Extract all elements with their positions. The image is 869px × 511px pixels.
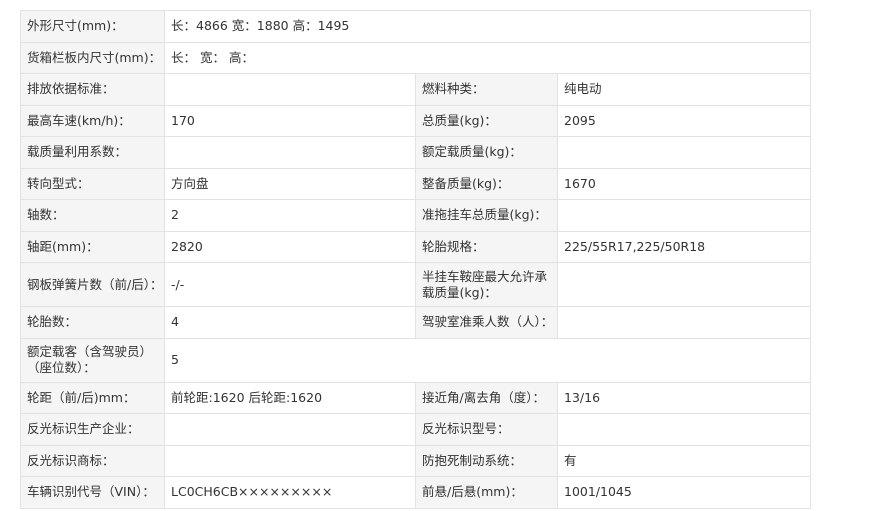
- spec-label: 轮胎规格：: [415, 230, 558, 263]
- spec-value: 5: [164, 337, 811, 383]
- table-row: 最高车速(km/h)： 170 总质量(kg)： 2095: [20, 104, 811, 137]
- spec-label: 轮距（前/后)mm：: [20, 381, 165, 414]
- spec-label: 钢板弹簧片数（前/后）：: [20, 262, 165, 307]
- table-row: 排放依据标准： 燃料种类： 纯电动: [20, 73, 811, 106]
- table-row: 额定载客（含驾驶员）（座位数）： 5: [20, 337, 811, 383]
- spec-value: 方向盘: [164, 167, 416, 200]
- spec-label: 轮胎数：: [20, 306, 165, 339]
- spec-value: -/-: [164, 262, 416, 307]
- spec-value: [557, 199, 811, 232]
- spec-label: 转向型式：: [20, 167, 165, 200]
- spec-value: 1001/1045: [557, 476, 811, 509]
- vehicle-spec-table: 外形尺寸(mm)： 长：4866 宽：1880 高：1495 货箱栏板内尺寸(m…: [20, 10, 811, 509]
- spec-label: 半挂车鞍座最大允许承载质量(kg)：: [415, 262, 558, 307]
- spec-value: [164, 413, 416, 446]
- spec-value: 13/16: [557, 381, 811, 414]
- table-row: 载质量利用系数： 额定载质量(kg)：: [20, 136, 811, 169]
- spec-value: 2820: [164, 230, 416, 263]
- table-row: 轴数： 2 准拖挂车总质量(kg)：: [20, 199, 811, 232]
- spec-value: 前轮距:1620 后轮距:1620: [164, 381, 416, 414]
- spec-label: 反光标识生产企业：: [20, 413, 165, 446]
- spec-value: 170: [164, 104, 416, 137]
- spec-label: 最高车速(km/h)：: [20, 104, 165, 137]
- spec-value: [164, 73, 416, 106]
- spec-label: 轴距(mm)：: [20, 230, 165, 263]
- spec-value: 长：4866 宽：1880 高：1495: [164, 10, 811, 43]
- spec-value: [557, 413, 811, 446]
- spec-value: 有: [557, 444, 811, 477]
- table-row: 轮胎数： 4 驾驶室准乘人数（人）：: [20, 306, 811, 339]
- spec-value: [557, 262, 811, 307]
- spec-value: LC0CH6CB×××××××××: [164, 476, 416, 509]
- spec-label: 反光标识商标：: [20, 444, 165, 477]
- spec-label: 燃料种类：: [415, 73, 558, 106]
- table-row: 反光标识商标： 防抱死制动系统： 有: [20, 444, 811, 477]
- spec-label: 货箱栏板内尺寸(mm)：: [20, 41, 165, 74]
- spec-value: [164, 136, 416, 169]
- spec-label: 反光标识型号：: [415, 413, 558, 446]
- spec-value: 2: [164, 199, 416, 232]
- spec-label: 准拖挂车总质量(kg)：: [415, 199, 558, 232]
- table-row: 轴距(mm)： 2820 轮胎规格： 225/55R17,225/50R18: [20, 230, 811, 263]
- spec-label: 前悬/后悬(mm)：: [415, 476, 558, 509]
- spec-label: 额定载客（含驾驶员）（座位数）：: [20, 337, 165, 383]
- spec-value: [164, 444, 416, 477]
- spec-value: [557, 136, 811, 169]
- table-row: 车辆识别代号（VIN）： LC0CH6CB××××××××× 前悬/后悬(mm)…: [20, 476, 811, 509]
- spec-label: 车辆识别代号（VIN）：: [20, 476, 165, 509]
- spec-label: 轴数：: [20, 199, 165, 232]
- spec-label: 外形尺寸(mm)：: [20, 10, 165, 43]
- spec-label: 排放依据标准：: [20, 73, 165, 106]
- table-row: 轮距（前/后)mm： 前轮距:1620 后轮距:1620 接近角/离去角（度）：…: [20, 381, 811, 414]
- spec-value: 1670: [557, 167, 811, 200]
- spec-label: 防抱死制动系统：: [415, 444, 558, 477]
- spec-value: 长： 宽： 高：: [164, 41, 811, 74]
- table-row: 转向型式： 方向盘 整备质量(kg)： 1670: [20, 167, 811, 200]
- spec-value: [557, 306, 811, 339]
- spec-value: 4: [164, 306, 416, 339]
- spec-label: 接近角/离去角（度）：: [415, 381, 558, 414]
- table-row: 货箱栏板内尺寸(mm)： 长： 宽： 高：: [20, 41, 811, 74]
- spec-label: 驾驶室准乘人数（人）：: [415, 306, 558, 339]
- spec-label: 载质量利用系数：: [20, 136, 165, 169]
- spec-label: 整备质量(kg)：: [415, 167, 558, 200]
- spec-label: 额定载质量(kg)：: [415, 136, 558, 169]
- spec-label: 总质量(kg)：: [415, 104, 558, 137]
- spec-value: 2095: [557, 104, 811, 137]
- table-row: 钢板弹簧片数（前/后）： -/- 半挂车鞍座最大允许承载质量(kg)：: [20, 262, 811, 307]
- table-row: 反光标识生产企业： 反光标识型号：: [20, 413, 811, 446]
- spec-value: 纯电动: [557, 73, 811, 106]
- table-row: 外形尺寸(mm)： 长：4866 宽：1880 高：1495: [20, 10, 811, 43]
- spec-value: 225/55R17,225/50R18: [557, 230, 811, 263]
